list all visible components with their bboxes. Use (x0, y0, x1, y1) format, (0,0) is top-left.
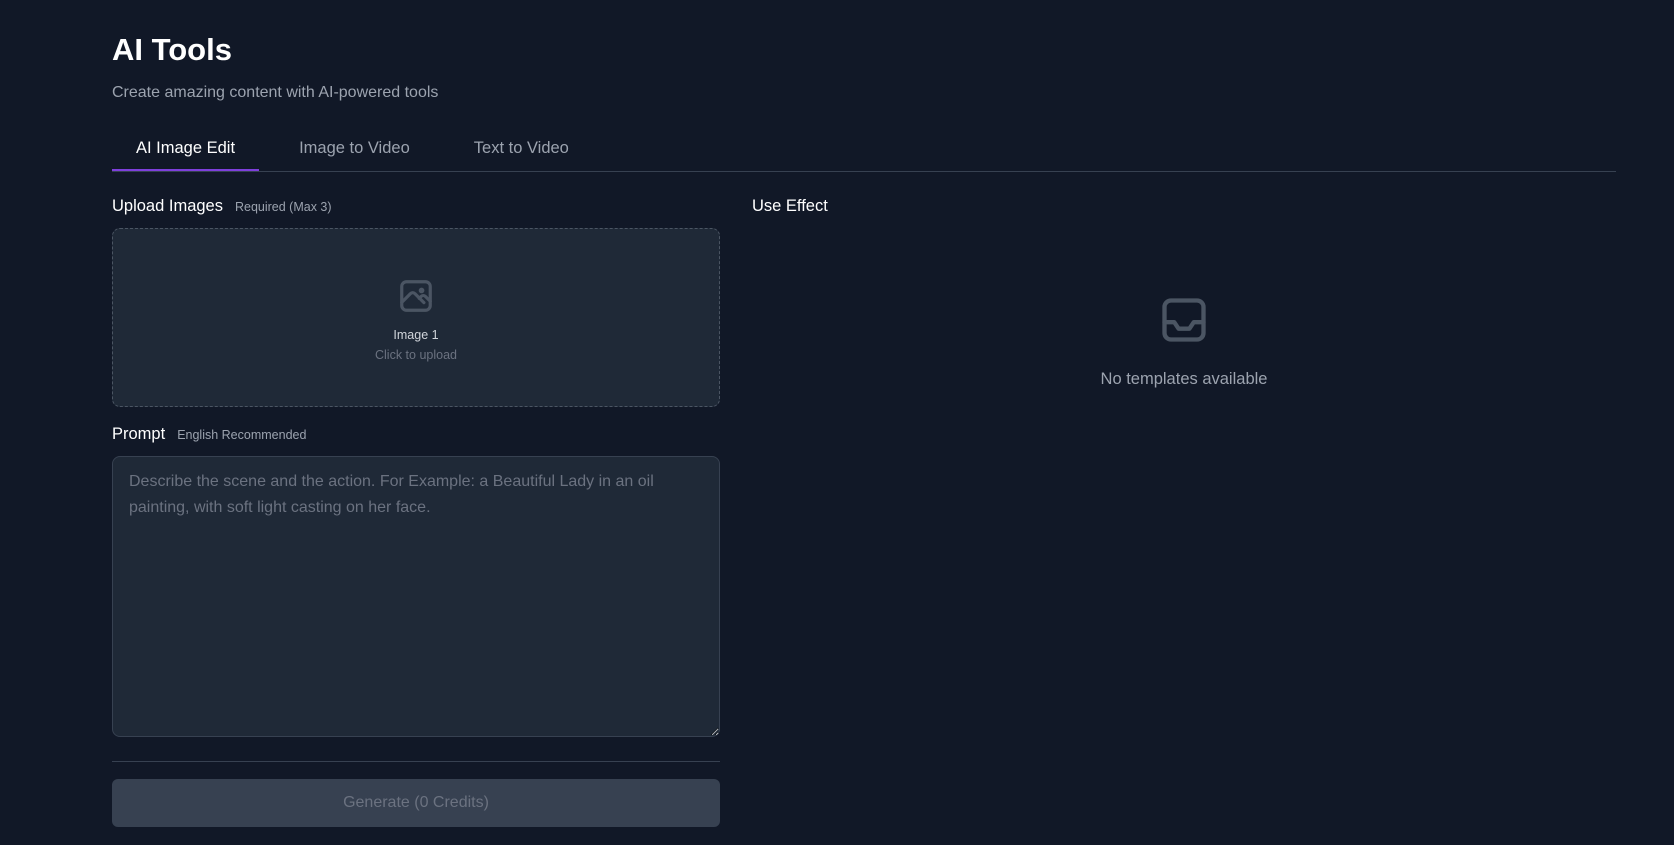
upload-slot-subtitle: Click to upload (375, 348, 457, 362)
page-subtitle: Create amazing content with AI-powered t… (112, 84, 439, 101)
generate-button[interactable]: Generate (0 Credits) (112, 779, 720, 827)
use-effect-label-row: Use Effect (752, 197, 828, 216)
upload-images-label: Upload Images (112, 197, 223, 215)
empty-templates-text: No templates available (1100, 370, 1268, 388)
prompt-input[interactable] (112, 456, 720, 737)
tab-ai-image-edit[interactable]: AI Image Edit (112, 128, 260, 171)
page-header: AI Tools Create amazing content with AI-… (112, 28, 438, 103)
tab-text-to-video[interactable]: Text to Video (450, 128, 593, 171)
use-effect-label: Use Effect (752, 197, 828, 215)
image-icon (400, 280, 432, 312)
page-title: AI Tools (112, 32, 232, 67)
image-upload-slot[interactable]: Image 1 Click to upload (112, 228, 720, 407)
prompt-label-row: Prompt English Recommended (112, 425, 306, 444)
tab-image-to-video[interactable]: Image to Video (275, 128, 434, 171)
tool-tabs: AI Image Edit Image to Video Text to Vid… (112, 128, 1616, 172)
ai-tools-page: AI Tools Create amazing content with AI-… (0, 0, 1674, 845)
inbox-icon (1162, 298, 1206, 342)
upload-images-label-row: Upload Images Required (Max 3) (112, 197, 332, 216)
divider (112, 761, 720, 762)
prompt-label: Prompt (112, 425, 166, 443)
prompt-hint: English Recommended (177, 428, 307, 442)
upload-images-hint: Required (Max 3) (234, 200, 332, 214)
upload-slot-title: Image 1 (393, 328, 439, 342)
